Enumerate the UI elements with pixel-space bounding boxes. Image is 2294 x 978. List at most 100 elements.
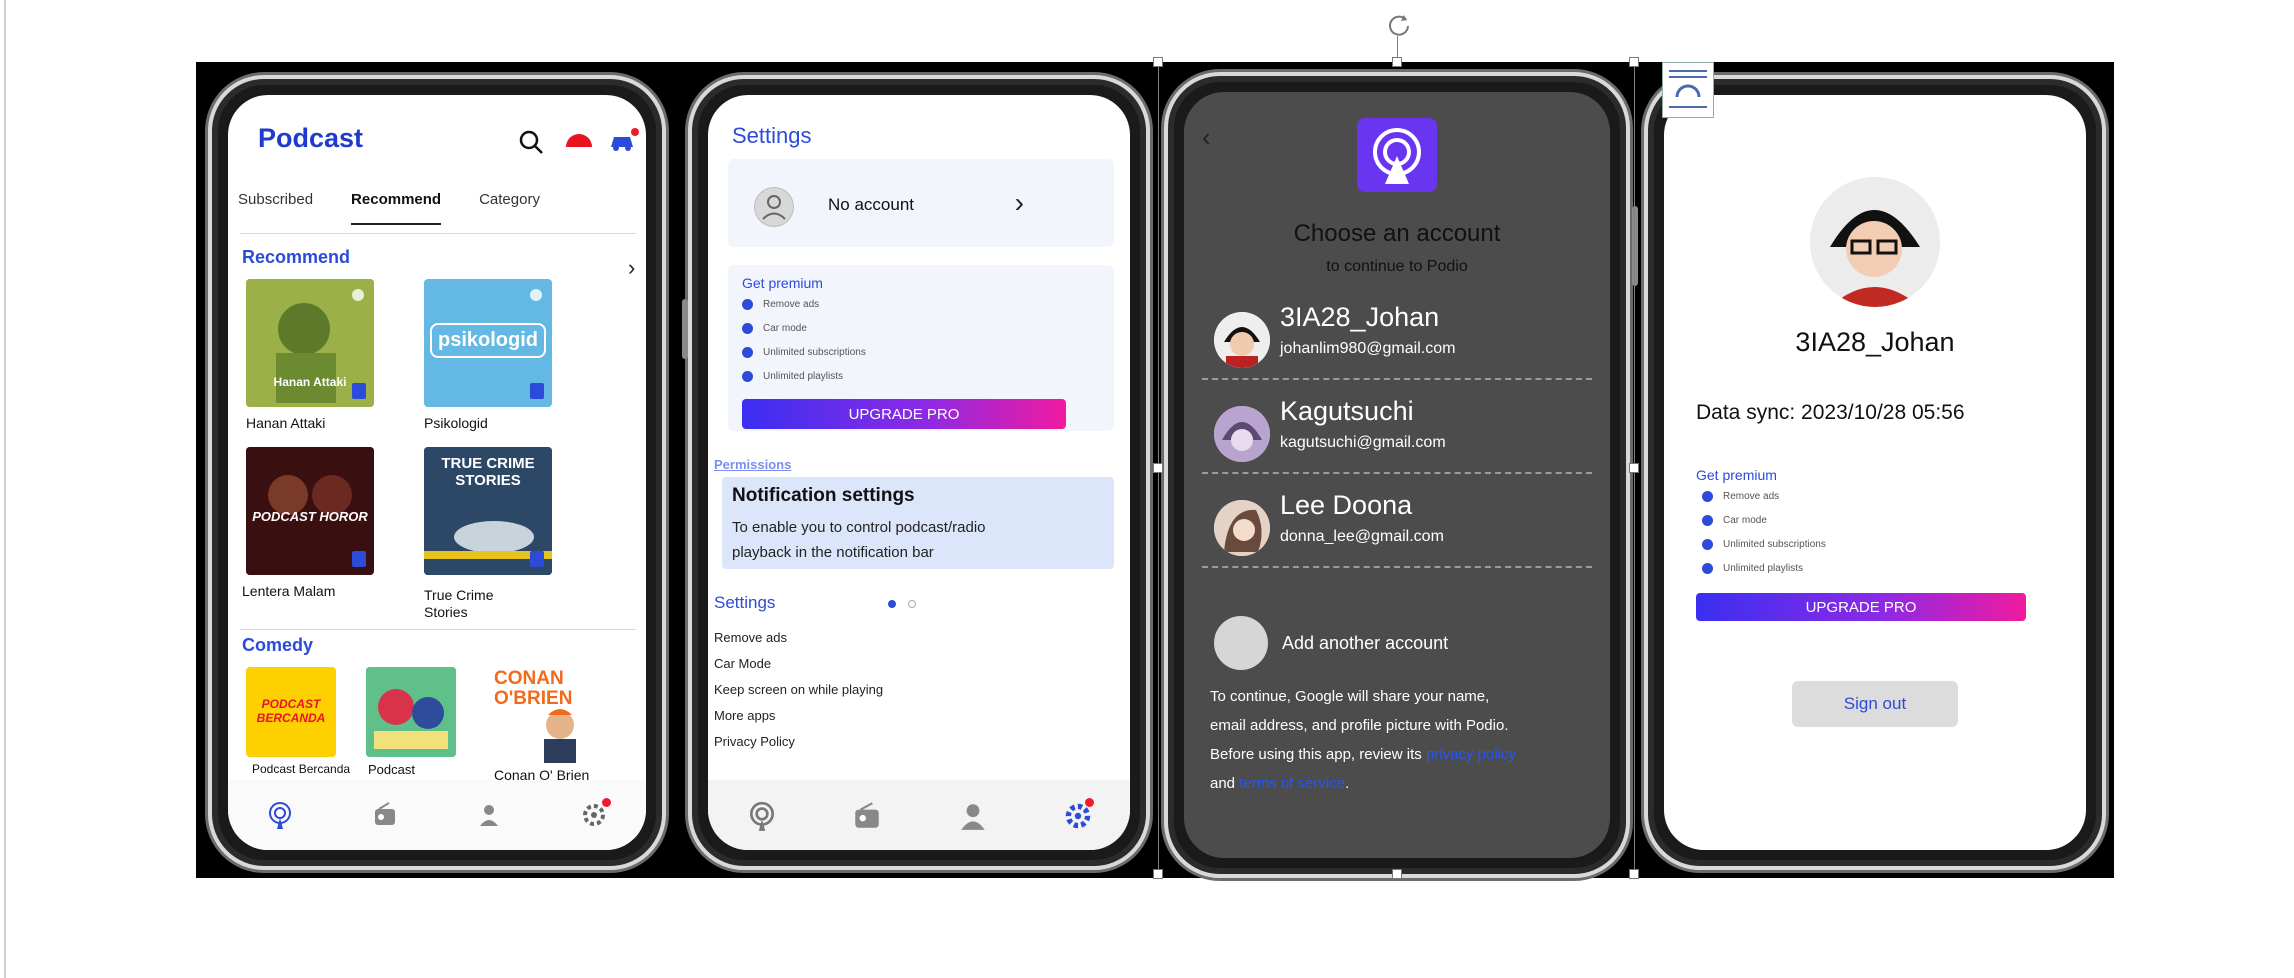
tile-dot bbox=[352, 289, 364, 301]
resize-handle[interactable] bbox=[1153, 463, 1163, 473]
settings-item-car-mode[interactable]: Car Mode bbox=[714, 651, 883, 677]
avatar bbox=[1214, 312, 1270, 368]
search-icon[interactable] bbox=[518, 129, 544, 160]
podcast-nav-icon[interactable] bbox=[265, 800, 295, 830]
tab-bar: Subscribed Recommend Category bbox=[238, 191, 632, 225]
settings-item-keep-screen-on[interactable]: Keep screen on while playing bbox=[714, 677, 883, 703]
resize-handle[interactable] bbox=[1629, 869, 1639, 879]
resize-handle[interactable] bbox=[1629, 463, 1639, 473]
profile-avatar bbox=[1810, 177, 1940, 307]
settings-nav-icon[interactable] bbox=[579, 798, 611, 830]
back-icon[interactable]: ‹ bbox=[1202, 122, 1211, 153]
phone-choose-account: ‹ Choose an account to continue to Podio… bbox=[1164, 72, 1638, 878]
avatar bbox=[1214, 406, 1270, 462]
account-email: johanlim980@gmail.com bbox=[1280, 340, 1456, 357]
settings-nav-icon[interactable] bbox=[1062, 798, 1095, 830]
terms-of-service-link[interactable]: terms of service bbox=[1239, 775, 1345, 792]
podcast-tile-psikologid[interactable]: psikologid bbox=[424, 279, 552, 407]
tab-subscribed[interactable]: Subscribed bbox=[238, 191, 313, 225]
podcast-tile-true-crime-stories[interactable]: TRUE CRIME STORIES bbox=[424, 447, 552, 575]
premium-feature: Unlimited playlists bbox=[742, 371, 843, 382]
radio-nav-icon[interactable] bbox=[370, 800, 400, 830]
layout-options-icon[interactable] bbox=[1662, 62, 1714, 118]
podcast-art-text: PODCAST HOROR bbox=[252, 509, 368, 524]
bookmark-icon[interactable] bbox=[352, 551, 366, 567]
section-title-recommend: Recommend bbox=[242, 247, 351, 267]
notification-title: Notification settings bbox=[732, 485, 915, 506]
bookmark-icon[interactable] bbox=[530, 551, 544, 567]
chevron-right-icon[interactable]: › bbox=[628, 255, 635, 281]
consent-line: and terms of service. bbox=[1210, 775, 1350, 792]
upgrade-pro-button[interactable]: UPGRADE PRO bbox=[1696, 593, 2026, 621]
pager-dot[interactable] bbox=[908, 600, 916, 608]
bottom-nav bbox=[708, 780, 1130, 850]
premium-feature: Car mode bbox=[1702, 515, 1767, 526]
podcast-nav-icon[interactable] bbox=[746, 800, 776, 831]
podcast-art-text: PODCAST BERCANDA bbox=[256, 697, 326, 725]
premium-card: Get premium Remove ads Car mode Unlimite… bbox=[728, 265, 1114, 431]
premium-feature: Car mode bbox=[742, 323, 807, 334]
notification-icon[interactable] bbox=[564, 129, 594, 156]
settings-section-title: Settings bbox=[714, 593, 776, 612]
account-name: 3IA28_Johan bbox=[1280, 302, 1440, 332]
podcast-tile-hanan-attaki[interactable]: Hanan Attaki bbox=[246, 279, 374, 407]
consent-text: To continue, Google will share your name… bbox=[1210, 682, 1580, 798]
add-account-button[interactable]: Add another account bbox=[1214, 616, 1448, 670]
radio-nav-icon[interactable] bbox=[851, 800, 881, 830]
account-option[interactable]: Kagutsuchi kagutsuchi@gmail.com bbox=[1202, 382, 1592, 474]
editor-left-border bbox=[4, 0, 6, 978]
account-name: Lee Doona bbox=[1280, 490, 1413, 520]
settings-list: Remove ads Car Mode Keep screen on while… bbox=[714, 625, 883, 755]
profile-nav-icon[interactable] bbox=[957, 800, 987, 830]
profile-nav-icon[interactable] bbox=[474, 800, 504, 830]
account-email: kagutsuchi@gmail.com bbox=[1280, 434, 1446, 451]
resize-handle[interactable] bbox=[1629, 57, 1639, 67]
phone-settings: Settings No account › Get premium Remove… bbox=[682, 75, 1150, 870]
car-mode-icon[interactable] bbox=[606, 127, 640, 160]
privacy-policy-link[interactable]: privacy policy bbox=[1426, 746, 1516, 763]
settings-item-remove-ads[interactable]: Remove ads bbox=[714, 625, 883, 651]
tab-recommend[interactable]: Recommend bbox=[351, 191, 442, 225]
account-row[interactable]: No account › bbox=[728, 159, 1114, 247]
section-divider bbox=[240, 629, 636, 630]
premium-title: Get premium bbox=[1696, 467, 1777, 483]
podcast-tile-lentera-malam[interactable]: PODCAST HOROR bbox=[246, 447, 374, 575]
premium-feature: Unlimited playlists bbox=[1702, 563, 1803, 574]
podcast-tile-conan[interactable]: CONAN O'BRIEN bbox=[494, 667, 594, 763]
premium-feature: Unlimited subscriptions bbox=[742, 347, 866, 358]
podcast-label: True Crime Stories bbox=[424, 587, 494, 620]
resize-handle[interactable] bbox=[1153, 57, 1163, 67]
add-account-icon bbox=[1214, 616, 1268, 670]
page-subtitle: to continue to Podio bbox=[1326, 258, 1468, 275]
notification-dot bbox=[601, 798, 611, 807]
podcast-label: Podcast Sarcasm bbox=[368, 762, 415, 777]
bookmark-icon[interactable] bbox=[352, 383, 366, 399]
profile-name: 3IA28_Johan bbox=[1795, 327, 1955, 357]
divider bbox=[1202, 378, 1592, 380]
avatar-icon bbox=[754, 187, 794, 227]
side-button bbox=[1632, 206, 1638, 286]
sign-out-button[interactable]: Sign out bbox=[1792, 681, 1958, 727]
account-option[interactable]: 3IA28_Johan johanlim980@gmail.com bbox=[1202, 288, 1592, 380]
notification-settings-card[interactable]: Notification settings To enable you to c… bbox=[722, 477, 1114, 569]
settings-item-more-apps[interactable]: More apps bbox=[714, 703, 883, 729]
account-option[interactable]: Lee Doona donna_lee@gmail.com bbox=[1202, 476, 1592, 568]
podcast-tile-podcast-sarcasm[interactable] bbox=[366, 667, 456, 757]
app-logo-icon bbox=[1357, 118, 1437, 192]
settings-item-privacy-policy[interactable]: Privacy Policy bbox=[714, 729, 883, 755]
pager-dot-active[interactable] bbox=[888, 600, 896, 608]
bookmark-icon[interactable] bbox=[530, 383, 544, 399]
rotate-handle-icon[interactable] bbox=[1386, 12, 1412, 38]
phone-screen: ‹ Choose an account to continue to Podio… bbox=[1184, 92, 1610, 858]
phone-podcast-home: Podcast Subscribed Recommend Category Re… bbox=[208, 75, 666, 870]
podcast-tile-podcast-bercanda[interactable]: PODCAST BERCANDA bbox=[246, 667, 336, 757]
resize-handle[interactable] bbox=[1392, 57, 1402, 67]
premium-feature: Unlimited subscriptions bbox=[1702, 539, 1826, 550]
tab-category[interactable]: Category bbox=[479, 191, 540, 225]
permissions-label: Permissions bbox=[714, 457, 792, 472]
upgrade-pro-button[interactable]: UPGRADE PRO bbox=[742, 399, 1066, 429]
resize-handle[interactable] bbox=[1153, 869, 1163, 879]
resize-handle[interactable] bbox=[1392, 869, 1402, 879]
chevron-right-icon: › bbox=[1014, 187, 1024, 218]
podcast-label: Podcast Bercanda bbox=[252, 762, 351, 776]
